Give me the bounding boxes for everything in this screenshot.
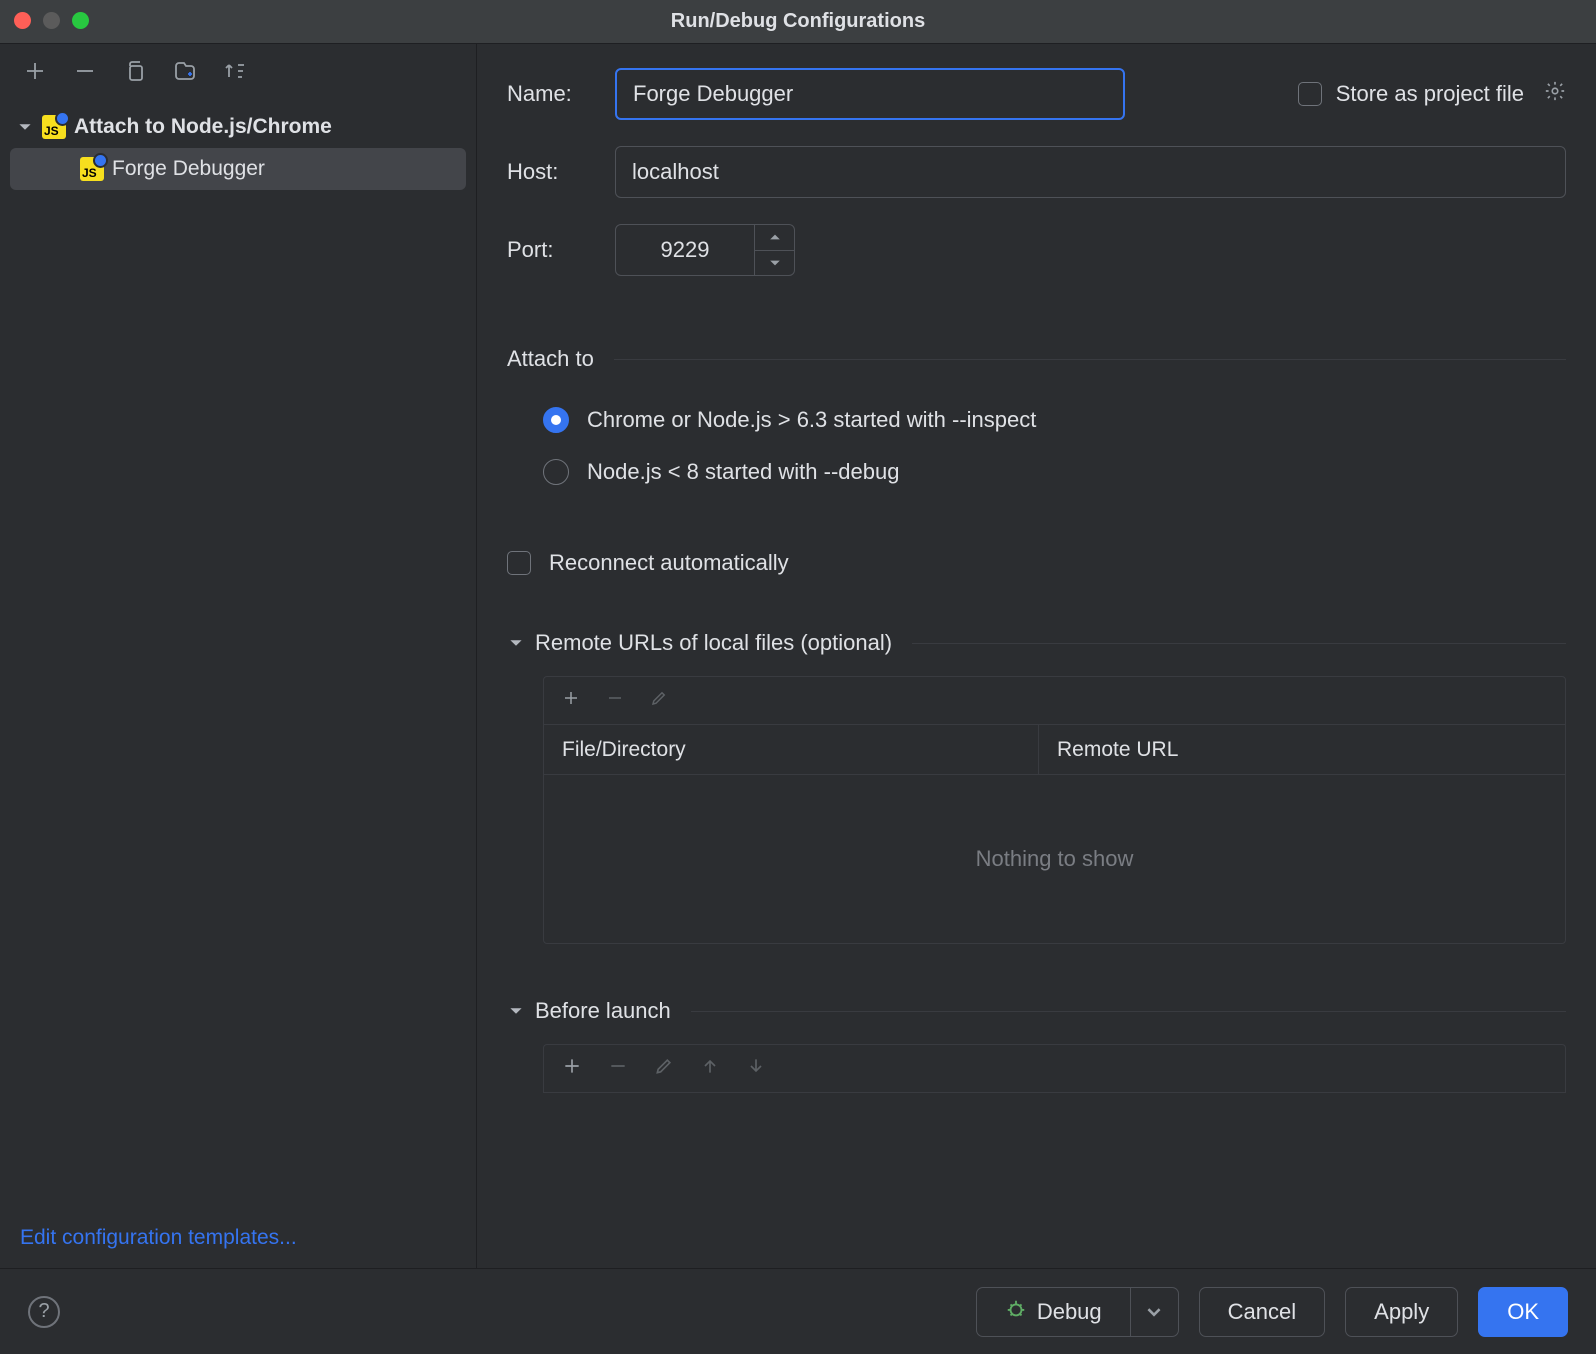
window-controls <box>14 12 89 29</box>
host-label: Host: <box>507 159 595 185</box>
remote-urls-title: Remote URLs of local files (optional) <box>535 630 892 656</box>
window-title: Run/Debug Configurations <box>671 10 925 33</box>
port-step-down[interactable] <box>755 251 794 276</box>
port-stepper[interactable] <box>755 224 795 276</box>
port-step-up[interactable] <box>755 225 794 251</box>
attach-option-debug[interactable]: Node.js < 8 started with --debug <box>543 446 1566 498</box>
attach-to-title: Attach to <box>507 346 594 372</box>
copy-config-button[interactable] <box>122 58 148 84</box>
edit-templates-link[interactable]: Edit configuration templates... <box>20 1226 297 1249</box>
port-label: Port: <box>507 237 595 263</box>
edit-mapping-button[interactable] <box>650 689 668 712</box>
reconnect-checkbox[interactable] <box>507 551 531 575</box>
js-attach-icon: JS <box>42 115 66 139</box>
sort-config-button[interactable] <box>222 58 248 84</box>
col-file-directory: File/Directory <box>544 725 1039 774</box>
remote-urls-panel: File/Directory Remote URL Nothing to sho… <box>543 676 1566 944</box>
remove-task-button[interactable] <box>608 1056 628 1081</box>
reconnect-label: Reconnect automatically <box>549 550 789 576</box>
titlebar: Run/Debug Configurations <box>0 0 1596 44</box>
minimize-window-button[interactable] <box>43 12 60 29</box>
before-launch-header[interactable]: Before launch <box>507 998 1566 1024</box>
move-task-up-button[interactable] <box>700 1056 720 1081</box>
store-as-project-file-label: Store as project file <box>1336 81 1524 107</box>
debug-button[interactable]: Debug <box>976 1287 1131 1337</box>
attach-option-inspect[interactable]: Chrome or Node.js > 6.3 started with --i… <box>543 394 1566 446</box>
sidebar-toolbar <box>0 44 476 98</box>
save-config-button[interactable] <box>172 58 198 84</box>
config-item-label: Forge Debugger <box>112 157 265 181</box>
name-label: Name: <box>507 81 595 107</box>
attach-option-debug-label: Node.js < 8 started with --debug <box>587 459 899 485</box>
bug-icon <box>1005 1298 1027 1326</box>
radio-selected-icon[interactable] <box>543 407 569 433</box>
apply-button[interactable]: Apply <box>1345 1287 1458 1337</box>
close-window-button[interactable] <box>14 12 31 29</box>
config-group-attach-node-chrome[interactable]: JS Attach to Node.js/Chrome <box>10 106 466 148</box>
ok-button[interactable]: OK <box>1478 1287 1568 1337</box>
add-config-button[interactable] <box>22 58 48 84</box>
zoom-window-button[interactable] <box>72 12 89 29</box>
remote-urls-table-header: File/Directory Remote URL <box>544 725 1565 775</box>
add-mapping-button[interactable] <box>562 689 580 712</box>
store-as-project-file-checkbox[interactable] <box>1298 82 1322 106</box>
store-settings-gear-icon[interactable] <box>1544 80 1566 108</box>
host-input[interactable] <box>615 146 1566 198</box>
remove-config-button[interactable] <box>72 58 98 84</box>
before-launch-title: Before launch <box>535 998 671 1024</box>
help-button[interactable]: ? <box>28 1296 60 1328</box>
radio-unselected-icon[interactable] <box>543 459 569 485</box>
remote-urls-header[interactable]: Remote URLs of local files (optional) <box>507 630 1566 656</box>
run-debug-config-window: Run/Debug Configurations <box>0 0 1596 1354</box>
move-task-down-button[interactable] <box>746 1056 766 1081</box>
config-sidebar: JS Attach to Node.js/Chrome JS Forge Deb… <box>0 44 477 1268</box>
attach-to-section: Attach to <box>507 346 1566 372</box>
edit-task-button[interactable] <box>654 1056 674 1081</box>
js-attach-icon: JS <box>80 157 104 181</box>
port-input[interactable] <box>615 224 755 276</box>
chevron-down-icon <box>16 118 34 136</box>
debug-button-label: Debug <box>1037 1299 1102 1325</box>
remove-mapping-button[interactable] <box>606 689 624 712</box>
debug-dropdown-button[interactable] <box>1131 1287 1179 1337</box>
before-launch-panel <box>543 1044 1566 1093</box>
name-input[interactable] <box>615 68 1125 120</box>
cancel-button[interactable]: Cancel <box>1199 1287 1325 1337</box>
chevron-down-icon <box>507 634 525 652</box>
add-task-button[interactable] <box>562 1056 582 1081</box>
config-item-forge-debugger[interactable]: JS Forge Debugger <box>10 148 466 190</box>
config-form: Name: Store as project file Host: Port: <box>477 44 1596 1268</box>
dialog-footer: ? Debug Cancel Apply OK <box>0 1268 1596 1354</box>
config-tree: JS Attach to Node.js/Chrome JS Forge Deb… <box>0 98 476 1210</box>
col-remote-url: Remote URL <box>1039 738 1196 762</box>
attach-option-inspect-label: Chrome or Node.js > 6.3 started with --i… <box>587 407 1036 433</box>
debug-split-button: Debug <box>976 1287 1179 1337</box>
chevron-down-icon <box>507 1002 525 1020</box>
config-group-label: Attach to Node.js/Chrome <box>74 115 332 139</box>
reconnect-row[interactable]: Reconnect automatically <box>507 550 1566 576</box>
remote-urls-empty: Nothing to show <box>544 775 1565 943</box>
